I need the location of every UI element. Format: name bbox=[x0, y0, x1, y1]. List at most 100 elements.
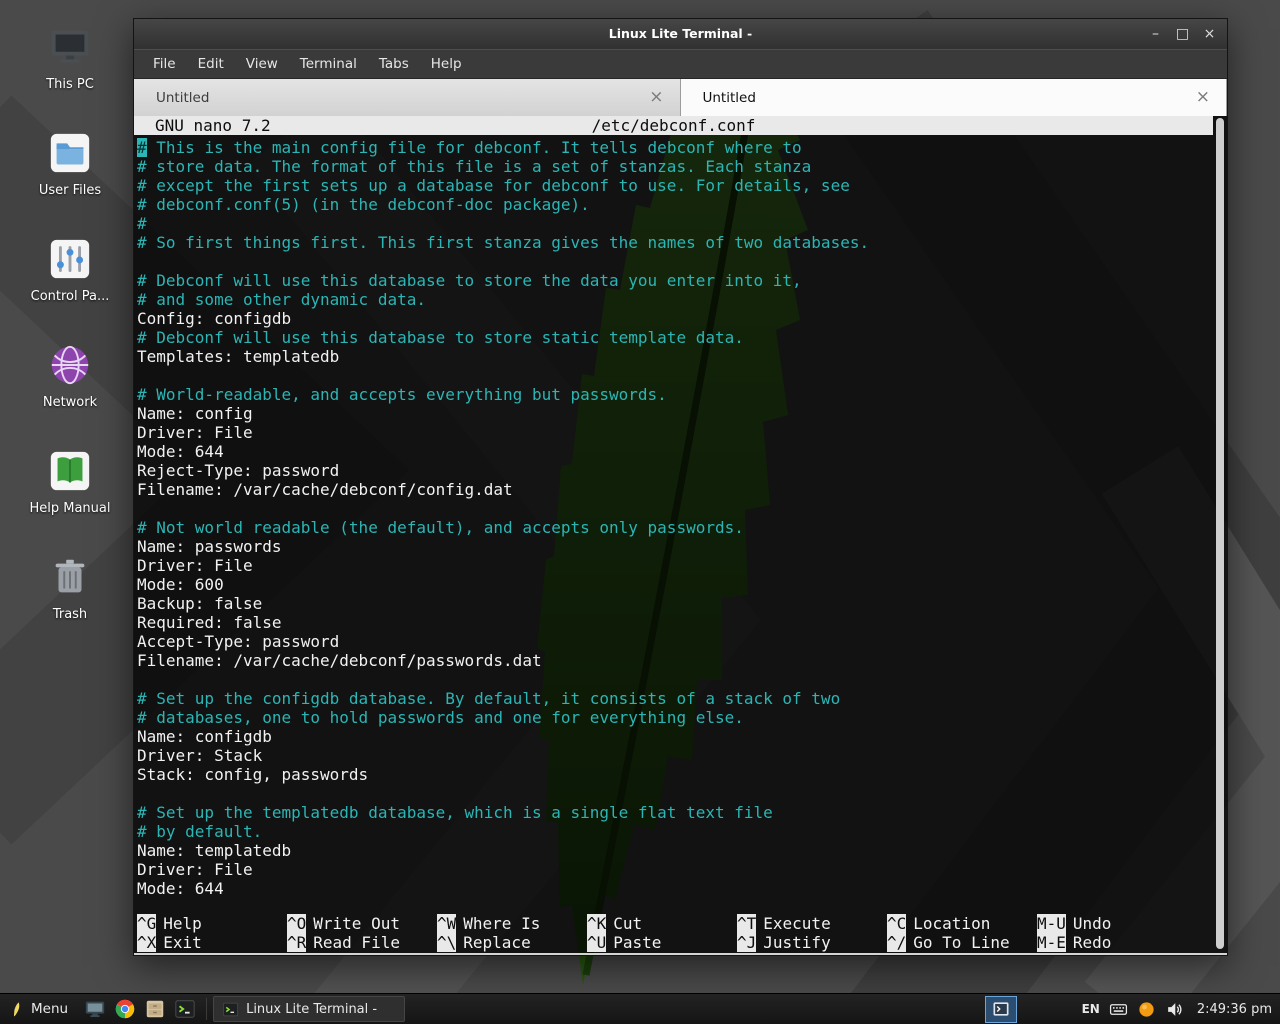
keyboard-icon bbox=[1109, 1000, 1128, 1019]
desktop-icon-help-manual[interactable]: Help Manual bbox=[18, 448, 122, 516]
terminal-scrollbar[interactable] bbox=[1215, 118, 1225, 949]
nano-shortcut: ^UPaste bbox=[587, 933, 737, 952]
shortcut-label: Exit bbox=[163, 933, 202, 952]
shortcut-label: Help bbox=[163, 914, 202, 933]
taskbar-window-label: Linux Lite Terminal - bbox=[246, 1002, 377, 1017]
terminal-tray-icon bbox=[991, 999, 1011, 1019]
tray-volume-icon[interactable] bbox=[1165, 1000, 1184, 1019]
quick-launchers bbox=[80, 996, 200, 1023]
nano-shortcut: ^KCut bbox=[587, 914, 737, 933]
menu-bar: FileEditViewTerminalTabsHelp bbox=[134, 49, 1227, 79]
shortcut-label: Go To Line bbox=[913, 933, 1009, 952]
desktop-icon-control-panel[interactable]: Control Pa... bbox=[18, 236, 122, 304]
nano-shortcut: ^O Write Out bbox=[287, 914, 437, 933]
volume-icon bbox=[1165, 1000, 1184, 1019]
menu-item-help[interactable]: Help bbox=[420, 51, 473, 77]
minimize-button[interactable]: – bbox=[1142, 19, 1169, 49]
clock[interactable]: 2:49:36 pm bbox=[1197, 1002, 1272, 1017]
terminal-line: Accept-Type: password bbox=[137, 632, 1211, 651]
shortcut-key: ^\ bbox=[437, 933, 456, 952]
tab-close-icon[interactable]: × bbox=[649, 89, 663, 106]
terminal-window: Linux Lite Terminal - – □ × FileEditView… bbox=[133, 18, 1228, 956]
menu-item-terminal[interactable]: Terminal bbox=[289, 51, 368, 77]
menu-button[interactable]: Menu bbox=[0, 994, 80, 1024]
desktop-icon-list: This PC User Files Control Pa... Network Hel… bbox=[18, 24, 122, 660]
menu-button-label: Menu bbox=[31, 1001, 68, 1017]
nano-titlebar: GNU nano 7.2 /etc/debconf.conf bbox=[134, 116, 1213, 135]
tray-keyboard-icon[interactable] bbox=[1109, 1000, 1128, 1019]
tray-terminal-button[interactable] bbox=[985, 996, 1017, 1023]
desktop-icon-this-pc[interactable]: This PC bbox=[18, 24, 122, 92]
terminal-line: Filename: /var/cache/debconf/passwords.d… bbox=[137, 651, 1211, 670]
chrome-icon bbox=[114, 998, 136, 1020]
shortcut-label: Redo bbox=[1073, 933, 1112, 952]
desktop-icon-user-files[interactable]: User Files bbox=[18, 130, 122, 198]
nano-shortcut: ^\Replace bbox=[437, 933, 587, 952]
nano-shortcut: ^GHelp bbox=[137, 914, 287, 933]
terminal-line bbox=[137, 252, 1211, 271]
tray-icon-list bbox=[1109, 1000, 1184, 1019]
desktop-icon-network[interactable]: Network bbox=[18, 342, 122, 410]
desktop-icon-label: Control Pa... bbox=[31, 289, 110, 304]
book-icon bbox=[47, 448, 93, 494]
menu-item-view[interactable]: View bbox=[235, 51, 289, 77]
tab-2[interactable]: Untitled× bbox=[681, 79, 1228, 116]
terminal-line: Mode: 644 bbox=[137, 879, 1211, 898]
nano-shortcut: ^XExit bbox=[137, 933, 287, 952]
shortcut-label: Write Out bbox=[313, 914, 400, 933]
nano-shortcut: ^RRead File bbox=[287, 933, 437, 952]
shortcut-key: ^T bbox=[737, 914, 756, 933]
launcher-display[interactable] bbox=[81, 996, 109, 1023]
terminal-line: Driver: File bbox=[137, 860, 1211, 879]
terminal-line: Mode: 644 bbox=[137, 442, 1211, 461]
terminal-line: # Set up the configdb database. By defau… bbox=[137, 689, 1211, 708]
tray-updates-icon[interactable] bbox=[1137, 1000, 1156, 1019]
menu-item-tabs[interactable]: Tabs bbox=[368, 51, 420, 77]
terminal-line: # store data. The format of this file is… bbox=[137, 157, 1211, 176]
terminal-line: # World-readable, and accepts everything… bbox=[137, 385, 1211, 404]
launcher-file-manager[interactable] bbox=[141, 996, 169, 1023]
maximize-button[interactable]: □ bbox=[1169, 19, 1196, 49]
menu-item-edit[interactable]: Edit bbox=[187, 51, 235, 77]
terminal-line: # debconf.conf(5) (in the debconf-doc pa… bbox=[137, 195, 1211, 214]
system-tray: EN 2:49:36 pm bbox=[985, 996, 1280, 1023]
tab-bar: Untitled×Untitled× bbox=[134, 79, 1227, 116]
terminal-screen[interactable]: GNU nano 7.2 /etc/debconf.conf # This is… bbox=[134, 116, 1227, 955]
shortcut-label: Where Is bbox=[463, 914, 540, 933]
terminal-line: # So first things first. This first stan… bbox=[137, 233, 1211, 252]
window-titlebar[interactable]: Linux Lite Terminal - – □ × bbox=[134, 19, 1227, 49]
taskbar-window-button[interactable]: Linux Lite Terminal - bbox=[213, 996, 405, 1022]
notifier-icon bbox=[1137, 1000, 1156, 1019]
shortcut-key: ^C bbox=[887, 914, 906, 933]
terminal-line bbox=[137, 366, 1211, 385]
menu-item-file[interactable]: File bbox=[142, 51, 187, 77]
shortcut-key: ^R bbox=[287, 933, 306, 952]
taskbar: Menu Linux Lite Terminal - EN 2:49:36 pm bbox=[0, 993, 1280, 1024]
desktop-icon-trash[interactable]: Trash bbox=[18, 554, 122, 622]
keyboard-layout-indicator[interactable]: EN bbox=[1082, 1002, 1100, 1016]
window-title: Linux Lite Terminal - bbox=[134, 19, 1227, 49]
close-button[interactable]: × bbox=[1196, 19, 1223, 49]
launcher-chrome[interactable] bbox=[111, 996, 139, 1023]
terminal-line: # Debconf will use this database to stor… bbox=[137, 271, 1211, 290]
nano-shortcut: M-UUndo bbox=[1037, 914, 1187, 933]
tab-close-icon[interactable]: × bbox=[1196, 89, 1210, 106]
tab-1[interactable]: Untitled× bbox=[134, 79, 681, 116]
nano-buffer: # This is the main config file for debco… bbox=[137, 138, 1211, 898]
nano-filename: /etc/debconf.conf bbox=[134, 116, 1213, 135]
terminal-line bbox=[137, 670, 1211, 689]
nano-shortcut: ^JJustify bbox=[737, 933, 887, 952]
nano-shortcut: ^CLocation bbox=[887, 914, 1037, 933]
scrollbar-thumb[interactable] bbox=[1216, 118, 1224, 949]
terminal-line: Name: templatedb bbox=[137, 841, 1211, 860]
shortcut-key: ^K bbox=[587, 914, 606, 933]
nano-shortcut-bar: ^GHelp^OWrite Out^WWhere Is^KCut^TExecut… bbox=[137, 914, 1211, 952]
terminal-line: Templates: templatedb bbox=[137, 347, 1211, 366]
shortcut-key: ^O bbox=[287, 914, 306, 933]
terminal-icon bbox=[222, 1001, 239, 1018]
nano-shortcut: ^/Go To Line bbox=[887, 933, 1037, 952]
terminal-line: Backup: false bbox=[137, 594, 1211, 613]
launcher-terminal[interactable] bbox=[171, 996, 199, 1023]
text-cursor: # bbox=[137, 138, 147, 157]
display-icon bbox=[84, 998, 106, 1020]
